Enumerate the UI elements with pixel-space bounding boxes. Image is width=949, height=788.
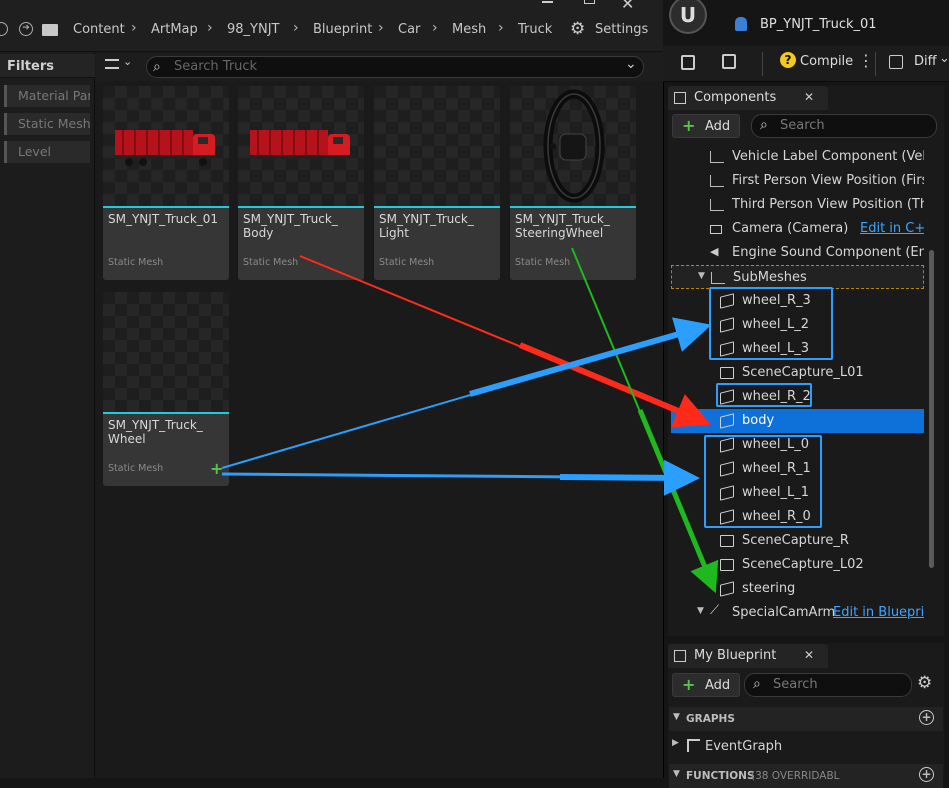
annotation-arrows [221,247,719,594]
arrow-steering-to-steering-head [637,409,719,594]
arrow-wheel-to-wheels-1-head [469,317,712,397]
arrow-wheel-to-wheels-2-head [559,459,700,496]
